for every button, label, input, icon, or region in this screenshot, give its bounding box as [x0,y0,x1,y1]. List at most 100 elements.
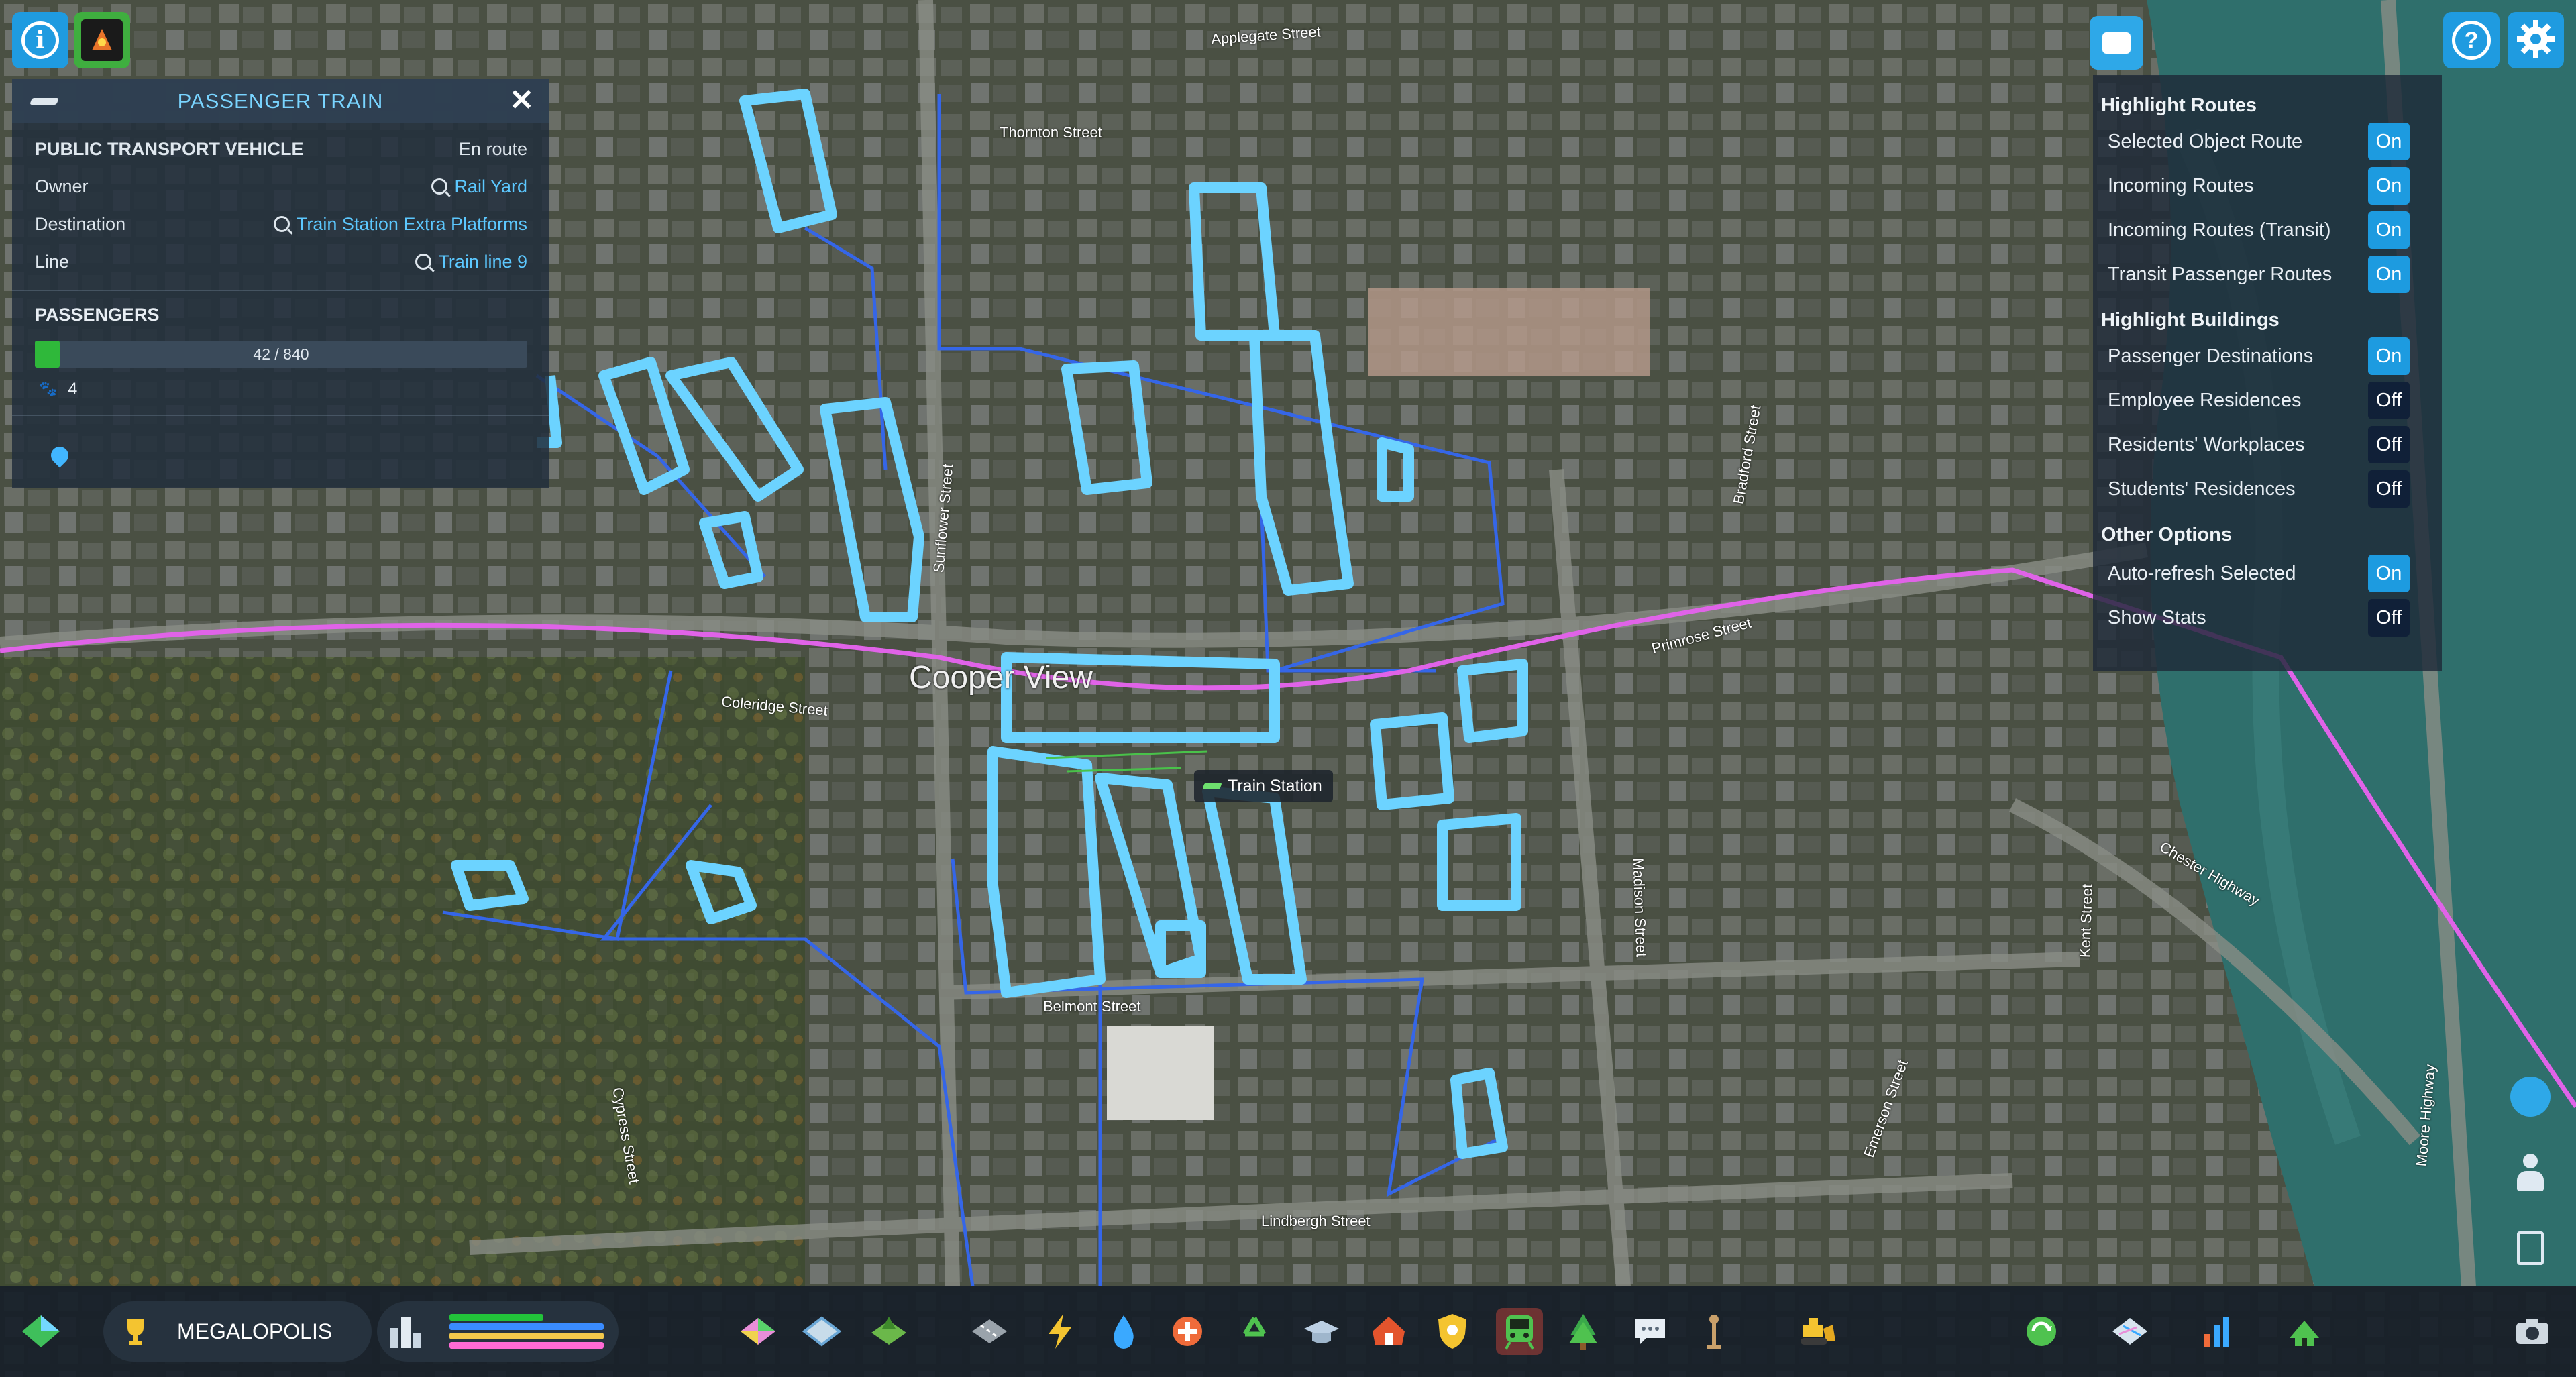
destination-link[interactable]: Train Station Extra Platforms [273,214,527,235]
toggle-auto-refresh-selected[interactable]: On [2368,555,2410,592]
station-tooltip[interactable]: Train Station [1194,770,1333,802]
divider [12,290,549,291]
toggle-selected-object-route[interactable]: On [2368,123,2410,160]
panel-header: PASSENGER TRAIN ✕ [12,79,549,123]
advisor-button[interactable] [74,12,130,68]
toggle-employee-residences[interactable]: Off [2368,382,2410,419]
camera-icon[interactable] [2509,1308,2556,1355]
trophy-icon [121,1317,150,1346]
communication-icon[interactable] [1627,1308,1674,1355]
chirper-icon[interactable] [2510,1077,2551,1117]
search-icon [273,216,290,232]
city-name-badge[interactable]: MEGALOPOLIS [103,1301,372,1362]
map-tiles-icon[interactable] [2106,1308,2153,1355]
street-label: Lindbergh Street [1261,1213,1371,1229]
toggle-show-stats[interactable]: Off [2368,599,2410,637]
city-population-icon [390,1315,424,1348]
toggle-row: Show Stats Off [2093,596,2442,640]
toggle-label: Incoming Routes (Transit) [2108,219,2331,241]
pets-row: 🐾 4 [12,368,549,410]
street-label: Kent Street [2076,883,2096,958]
pets-count: 4 [68,379,78,398]
demand-bar-office [449,1342,604,1349]
toggle-transit-passenger-routes[interactable]: On [2368,256,2410,293]
toggle-label: Employee Residences [2108,389,2302,411]
population-widget[interactable] [377,1301,619,1362]
selected-vehicle-panel: PASSENGER TRAIN ✕ PUBLIC TRANSPORT VEHIC… [12,79,549,488]
destination-label: Destination [35,213,126,234]
owner-link[interactable]: Rail Yard [431,176,527,197]
toggle-label: Residents' Workplaces [2108,433,2305,455]
roads-icon[interactable] [966,1308,1013,1355]
chirper-avatar-icon [81,19,123,61]
destination-row: Destination Train Station Extra Platform… [12,205,549,243]
landscaping-icon[interactable] [865,1308,912,1355]
speech-bubble-icon [2102,32,2131,54]
close-icon[interactable]: ✕ [509,86,534,115]
destination-value[interactable]: Train Station Extra Platforms [297,214,527,235]
toggle-row: Residents' Workplaces Off [2093,423,2442,467]
police-icon[interactable] [1429,1308,1476,1355]
search-icon [431,178,448,195]
chat-button[interactable] [2090,16,2143,70]
zoning-icon[interactable] [735,1308,782,1355]
toggle-row: Transit Passenger Routes On [2093,252,2442,296]
electricity-icon[interactable] [1036,1308,1083,1355]
economy-icon[interactable] [2018,1308,2065,1355]
passenger-progress-bar: 42 / 840 [35,341,527,368]
toggle-label: Passenger Destinations [2108,345,2314,367]
statistics-icon[interactable] [2194,1308,2241,1355]
demand-bar-commercial [449,1323,604,1330]
toggle-label: Show Stats [2108,606,2206,628]
citizen-icon[interactable] [2516,1154,2545,1194]
street-label: Belmont Street [1043,998,1141,1015]
journal-icon[interactable] [2517,1231,2544,1265]
bulldozer-icon[interactable] [1791,1308,1838,1355]
fire-icon[interactable] [1365,1308,1412,1355]
toggle-label: Auto-refresh Selected [2108,562,2296,584]
toggle-row: Incoming Routes On [2093,164,2442,208]
toggle-row: Students' Residences Off [2093,467,2442,511]
landmark-icon[interactable] [1690,1308,1737,1355]
section-heading-routes: Highlight Routes [2101,95,2257,116]
toggle-label: Transit Passenger Routes [2108,263,2332,285]
minimap-icon[interactable] [17,1308,64,1355]
toggle-row: Incoming Routes (Transit) On [2093,208,2442,252]
owner-row: Owner Rail Yard [12,168,549,205]
paw-icon: 🐾 [39,380,58,397]
line-link[interactable]: Train line 9 [415,252,527,272]
section-heading-other: Other Options [2101,524,2232,545]
passengers-title: PASSENGERS [35,304,160,325]
station-tooltip-label: Train Station [1228,776,1322,795]
owner-value[interactable]: Rail Yard [454,176,527,197]
toggle-students-residences[interactable]: Off [2368,470,2410,508]
toggle-label: Selected Object Route [2108,130,2303,152]
healthcare-icon[interactable] [1164,1308,1211,1355]
water-icon[interactable] [1100,1308,1147,1355]
street-label: Thornton Street [1000,124,1102,141]
toggle-incoming-routes[interactable]: On [2368,167,2410,205]
toggle-residents-workplaces[interactable]: Off [2368,426,2410,463]
vehicle-status: En route [458,138,527,159]
help-button[interactable]: ? [2443,12,2500,68]
demand-bar-industrial [449,1333,604,1339]
info-button[interactable]: i [12,12,68,68]
city-services-icon[interactable] [2281,1308,2328,1355]
toggle-passenger-destinations[interactable]: On [2368,337,2410,375]
toggle-label: Students' Residences [2108,478,2296,500]
toggle-row: Passenger Destinations On [2093,334,2442,378]
route-highlight-panel: Highlight Routes Selected Object Route O… [2093,75,2442,671]
line-value[interactable]: Train line 9 [438,252,527,272]
education-icon[interactable] [1298,1308,1345,1355]
location-pin-icon[interactable] [47,443,72,468]
info-icon: i [21,21,59,59]
toggle-incoming-routes-transit[interactable]: On [2368,211,2410,249]
panel-title: PASSENGER TRAIN [177,89,384,113]
settings-button[interactable] [2508,12,2564,68]
parks-icon[interactable] [1560,1308,1607,1355]
section-heading-buildings: Highlight Buildings [2101,309,2279,331]
area-icon[interactable] [798,1308,845,1355]
demand-bar-residential [449,1314,543,1321]
garbage-icon[interactable] [1231,1308,1278,1355]
transportation-icon[interactable] [1496,1308,1543,1355]
